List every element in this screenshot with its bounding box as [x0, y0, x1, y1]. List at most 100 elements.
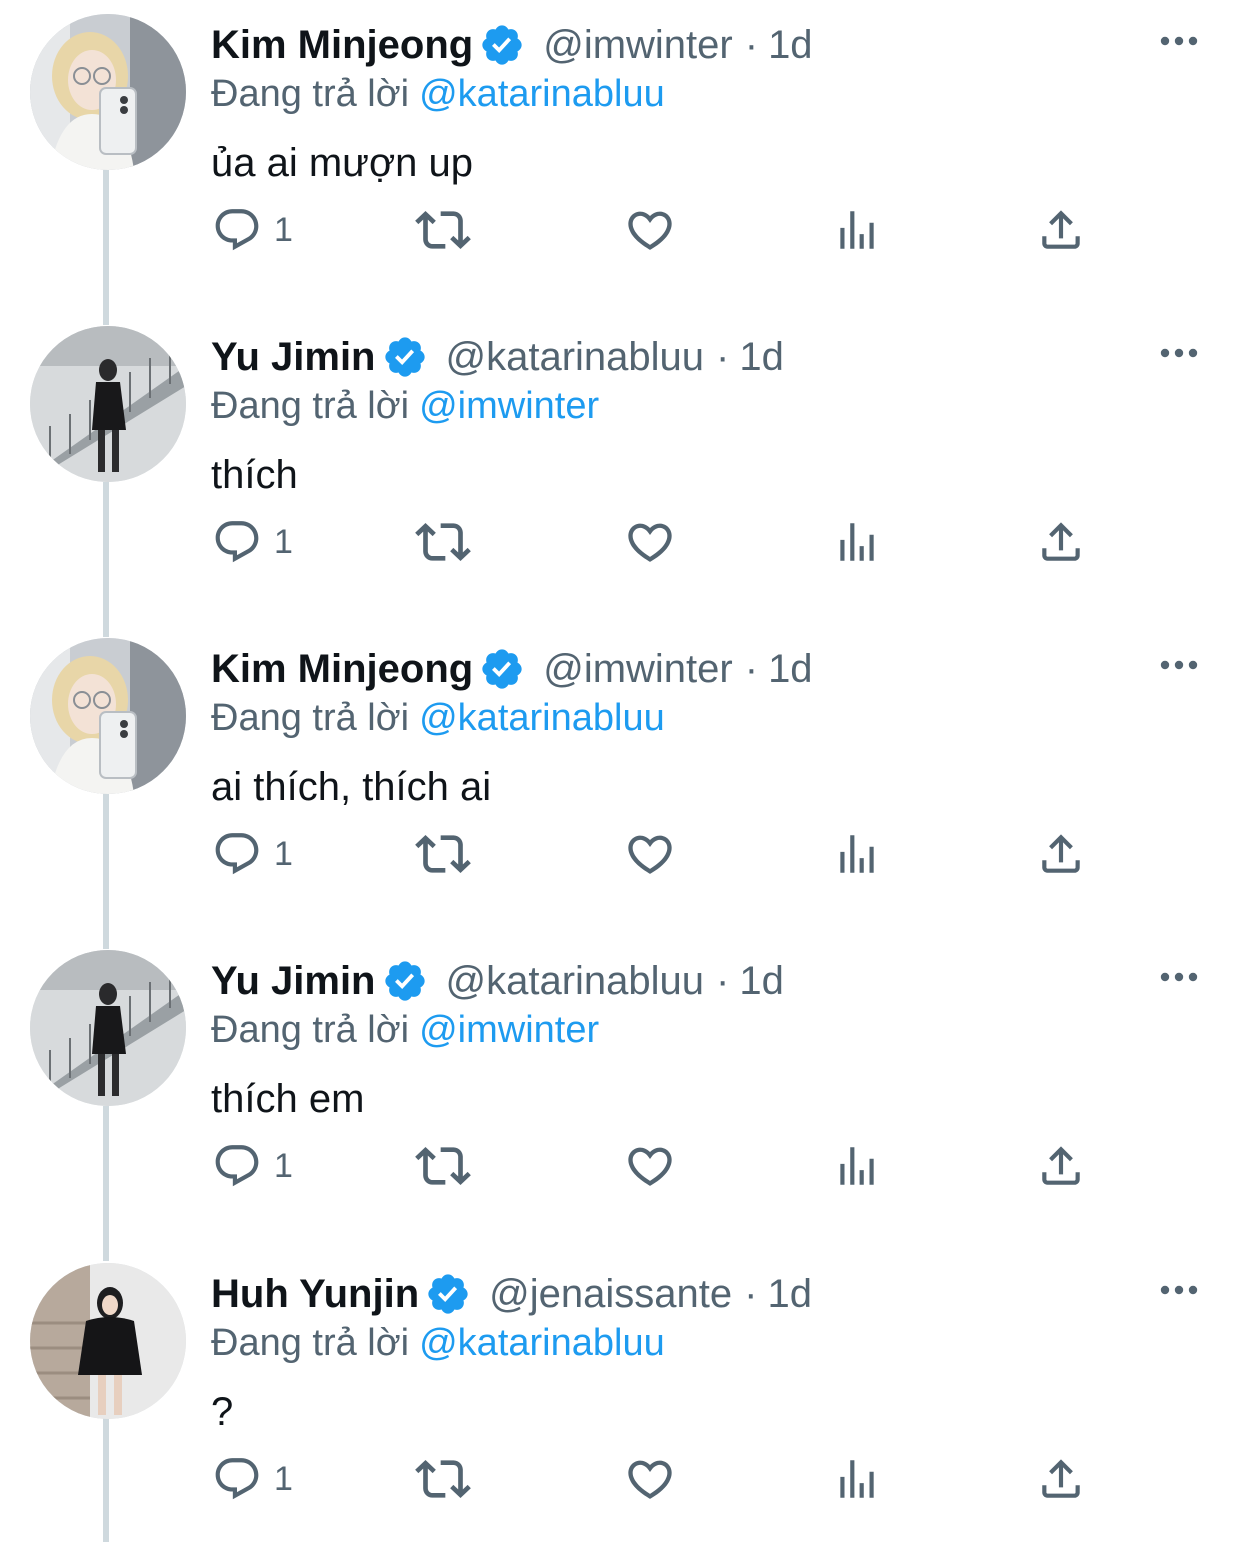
tweet-text: ủa ai mượn up: [211, 141, 474, 185]
retweet-icon: [415, 1460, 471, 1498]
tweet[interactable]: Kim Minjeong @imwinter · 1d Đang trả lời…: [0, 0, 1242, 312]
retweet-button[interactable]: [415, 1449, 471, 1509]
retweet-button[interactable]: [415, 824, 471, 884]
share-icon: [1042, 1146, 1080, 1185]
share-icon: [1042, 834, 1080, 873]
reply-icon: [215, 1145, 259, 1187]
views-icon: [840, 835, 874, 873]
replying-to: Đang trả lời @katarinabluu: [211, 694, 665, 742]
tweet[interactable]: Huh Yunjin @jenaissante · 1d Đang trả lờ…: [0, 1249, 1242, 1561]
timestamp[interactable]: 1d: [739, 956, 784, 1006]
tweet-text: ai thích, thích ai: [211, 765, 492, 809]
share-icon: [1042, 522, 1080, 561]
share-button[interactable]: [1036, 512, 1086, 572]
reply-mention-link[interactable]: @imwinter: [419, 1009, 599, 1051]
user-handle[interactable]: @katarinabluu: [446, 956, 705, 1006]
winter-avatar[interactable]: [30, 638, 186, 794]
retweet-button[interactable]: [415, 1136, 471, 1196]
like-button[interactable]: [624, 1449, 676, 1509]
views-button[interactable]: [832, 512, 882, 572]
user-handle[interactable]: @katarinabluu: [446, 332, 705, 382]
tweet[interactable]: Yu Jimin @katarinabluu · 1d Đang trả lời…: [0, 936, 1242, 1248]
timestamp[interactable]: 1d: [767, 1269, 812, 1319]
views-button[interactable]: [832, 200, 882, 260]
retweet-button[interactable]: [415, 200, 471, 260]
share-button[interactable]: [1036, 1136, 1086, 1196]
heart-icon: [628, 211, 672, 250]
like-button[interactable]: [624, 512, 676, 572]
tweet-text: ?: [211, 1390, 234, 1434]
reply-button[interactable]: 1: [212, 1136, 293, 1196]
display-name[interactable]: Huh Yunjin: [211, 1269, 419, 1319]
more-options-icon[interactable]: [1158, 652, 1200, 678]
user-handle[interactable]: @jenaissante: [489, 1269, 732, 1319]
verified-badge-icon: [382, 334, 428, 380]
like-button[interactable]: [624, 1136, 676, 1196]
reply-button[interactable]: 1: [212, 1449, 293, 1509]
retweet-icon: [415, 523, 471, 561]
more-options-icon[interactable]: [1158, 340, 1200, 366]
views-icon: [840, 523, 874, 561]
retweet-icon: [415, 835, 471, 873]
retweet-button[interactable]: [415, 512, 471, 572]
tweet-header: Yu Jimin @katarinabluu · 1d: [211, 332, 784, 382]
heart-icon: [628, 1147, 672, 1186]
tweet-actions: 1: [0, 512, 1242, 572]
more-options-icon[interactable]: [1158, 28, 1200, 54]
tweet-actions: 1: [0, 1136, 1242, 1196]
tweet-header: Yu Jimin @katarinabluu · 1d: [211, 956, 784, 1006]
views-icon: [840, 211, 874, 249]
views-icon: [840, 1147, 874, 1185]
separator-dot: ·: [744, 23, 759, 67]
heart-icon: [628, 835, 672, 874]
tweet[interactable]: Kim Minjeong @imwinter · 1d Đang trả lời…: [0, 624, 1242, 936]
karina-avatar[interactable]: [30, 326, 186, 482]
retweet-icon: [415, 1147, 471, 1185]
reply-count: 1: [274, 1460, 293, 1498]
display-name[interactable]: Yu Jimin: [211, 332, 376, 382]
timestamp[interactable]: 1d: [768, 20, 813, 70]
reply-mention-link[interactable]: @katarinabluu: [419, 73, 665, 115]
reply-button[interactable]: 1: [212, 200, 293, 260]
verified-badge-icon: [479, 646, 525, 692]
replying-to-label: Đang trả lời: [211, 385, 410, 427]
views-button[interactable]: [832, 824, 882, 884]
display-name[interactable]: Kim Minjeong: [211, 20, 473, 70]
more-options-icon[interactable]: [1158, 964, 1200, 990]
timestamp[interactable]: 1d: [768, 644, 813, 694]
more-options-icon[interactable]: [1158, 1277, 1200, 1303]
timestamp[interactable]: 1d: [739, 332, 784, 382]
heart-icon: [628, 523, 672, 562]
display-name[interactable]: Kim Minjeong: [211, 644, 473, 694]
views-button[interactable]: [832, 1136, 882, 1196]
reply-mention-link[interactable]: @imwinter: [419, 385, 599, 427]
like-button[interactable]: [624, 824, 676, 884]
share-button[interactable]: [1036, 824, 1086, 884]
reply-icon: [215, 521, 259, 563]
separator-dot: ·: [744, 647, 759, 691]
tweet-text: thích em: [211, 1077, 365, 1121]
karina-avatar[interactable]: [30, 950, 186, 1106]
reply-mention-link[interactable]: @katarinabluu: [419, 697, 665, 739]
winter-avatar[interactable]: [30, 14, 186, 170]
share-button[interactable]: [1036, 200, 1086, 260]
replying-to-label: Đang trả lời: [211, 1322, 410, 1364]
share-button[interactable]: [1036, 1449, 1086, 1509]
display-name[interactable]: Yu Jimin: [211, 956, 376, 1006]
user-handle[interactable]: @imwinter: [543, 644, 733, 694]
separator-dot: ·: [716, 335, 730, 379]
views-button[interactable]: [832, 1449, 882, 1509]
tweet[interactable]: Yu Jimin @katarinabluu · 1d Đang trả lời…: [0, 312, 1242, 624]
reply-button[interactable]: 1: [212, 824, 293, 884]
replying-to-label: Đang trả lời: [211, 1009, 410, 1051]
replying-to: Đang trả lời @katarinabluu: [211, 1319, 665, 1367]
yunjin-avatar[interactable]: [30, 1263, 186, 1419]
replying-to: Đang trả lời @imwinter: [211, 382, 599, 430]
reply-button[interactable]: 1: [212, 512, 293, 572]
reply-icon: [215, 833, 259, 875]
like-button[interactable]: [624, 200, 676, 260]
user-handle[interactable]: @imwinter: [543, 20, 733, 70]
reply-mention-link[interactable]: @katarinabluu: [419, 1322, 665, 1364]
retweet-icon: [415, 211, 471, 249]
replying-to-label: Đang trả lời: [211, 697, 410, 739]
